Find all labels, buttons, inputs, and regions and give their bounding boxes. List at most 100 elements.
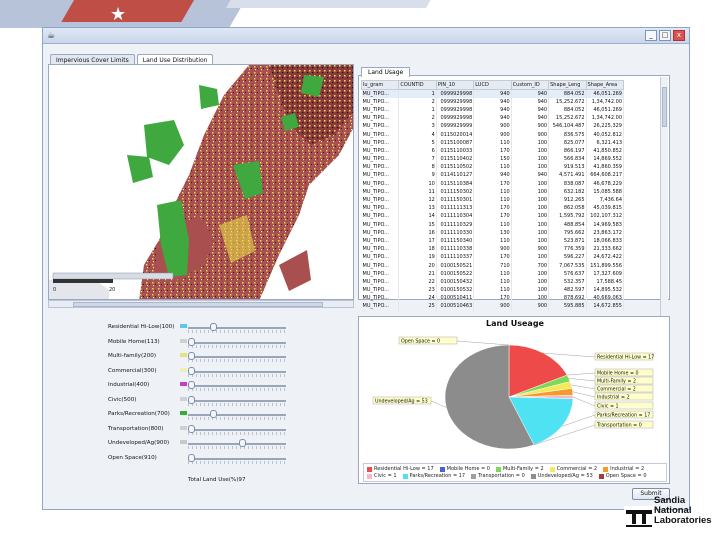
slider-handle[interactable]: [187, 337, 195, 346]
table-row[interactable]: MU_TIPO... 13 0111111313 170 100 862.058 45,03…: [361, 204, 625, 213]
table-row[interactable]: MU_TIPO... 12 0111150301 110 100 912.265 7,436…: [361, 195, 625, 205]
table-row[interactable]: MU_TIPO... 23 0100150532 110 100 482.597 14,89…: [361, 286, 625, 295]
slider-handle[interactable]: [187, 352, 195, 360]
slider-track[interactable]: [188, 457, 286, 460]
column-header[interactable]: lu_gram: [360, 80, 400, 90]
table-row[interactable]: MU_TIPO... 20 0100150521 710 700 7,067.535 151…: [361, 261, 625, 270]
table-row[interactable]: MU_TIPO... 24 0100510411 170 100 878.692 40,66…: [361, 294, 625, 303]
table-row[interactable]: MU_TIPO... 3 0999929999 900 900 546,104.487 26…: [361, 122, 625, 131]
table-cell: 0114110127: [436, 171, 475, 180]
table-row[interactable]: MU_TIPO... 8 0115110502 110 100 919.513 41,860…: [361, 163, 625, 172]
table-vertical-scrollbar[interactable]: [660, 77, 668, 339]
table-cell: 100: [511, 286, 550, 295]
slider-track[interactable]: [188, 443, 286, 445]
column-header[interactable]: COUNTID: [398, 80, 437, 90]
table-row[interactable]: MU_TIPO... 21 0100150522 110 100 576.637 17,32…: [361, 269, 625, 278]
tab-land-usage[interactable]: Land Usage: [361, 67, 411, 77]
table-cell: 0111150301: [436, 195, 475, 205]
slider-label: Civic(500): [108, 396, 137, 403]
slider-handle[interactable]: [209, 323, 217, 331]
slider-handle[interactable]: [187, 424, 195, 433]
scale-max-label: 20: [109, 287, 116, 293]
scrollbar-thumb[interactable]: [662, 87, 667, 127]
map-horizontal-scrollbar[interactable]: [48, 300, 354, 308]
column-header[interactable]: PIN_10: [435, 80, 475, 90]
column-header[interactable]: Custom_ID: [510, 80, 550, 90]
slider-track[interactable]: [188, 356, 286, 358]
column-header[interactable]: Shape_Area: [585, 80, 625, 90]
slider-row: Civic(500): [48, 395, 392, 407]
table-row[interactable]: MU_TIPO... 7 0115110402 150 100 566.834 14,869…: [361, 155, 625, 164]
table-row[interactable]: MU_TIPO... 2 0999929998 940 940 15,252.672 1,3…: [361, 97, 625, 106]
table-cell: 19: [398, 253, 437, 262]
table-row[interactable]: MU_TIPO... 25 0100510463 900 900 595.885 14,67…: [361, 302, 625, 311]
slider-label: Parks/Recreation(700): [108, 411, 170, 417]
slider-row: Multi-family(200): [48, 351, 392, 363]
table-row[interactable]: MU_TIPO... 17 0111150340 110 100 523.871 18,06…: [361, 236, 625, 246]
maximize-button[interactable]: □: [659, 30, 671, 41]
table-cell: 0999929998: [436, 114, 475, 123]
slider-handle[interactable]: [238, 439, 246, 447]
close-button[interactable]: x: [673, 30, 685, 41]
slider-handle[interactable]: [187, 366, 195, 375]
table-row[interactable]: MU_TIPO... 14 0111110304 170 100 1,595.792 102…: [361, 212, 625, 221]
table-row[interactable]: MU_TIPO... 2 0999929998 940 940 15,252.672 1,3…: [361, 114, 625, 123]
legend-label: Parks/Recreation = 17: [409, 473, 466, 479]
slider-track[interactable]: [188, 327, 286, 329]
slider-track[interactable]: [188, 341, 286, 344]
table-row[interactable]: MU_TIPO... 1 0999929998 940 940 884.052 46,051…: [361, 105, 625, 115]
slider-track[interactable]: [188, 428, 286, 431]
slider-track[interactable]: [188, 385, 286, 387]
table-cell: 940: [473, 89, 512, 98]
legend-item: Commercial = 2: [549, 466, 597, 472]
slider-track[interactable]: [188, 370, 286, 373]
slider-handle[interactable]: [209, 410, 217, 418]
map-view[interactable]: 0 20 Kilometers: [48, 64, 354, 300]
table-cell: 10: [398, 179, 437, 188]
table-header-row: lu_gram COUNTID PIN_10 LUCD Custom_ID Shape_L…: [360, 80, 625, 90]
table-row[interactable]: MU_TIPO... 19 0111110337 170 100 596.227 24,67…: [361, 253, 625, 262]
table-row[interactable]: MU_TIPO... 5 0115100087 110 100 825.077 6,321.…: [361, 138, 625, 147]
table-row[interactable]: MU_TIPO... 16 0111110330 130 100 795.662 23,86…: [361, 228, 625, 237]
legend-swatch: [367, 473, 372, 479]
scrollbar-thumb[interactable]: [73, 302, 323, 307]
table-row[interactable]: MU_TIPO... 11 0111150302 110 100 632.182 15,08…: [361, 187, 625, 196]
slider-ticks: [188, 460, 286, 464]
table-row[interactable]: MU_TIPO... 22 0100150432 110 100 532.357 17,58…: [361, 277, 625, 286]
table-cell: 546,104.487: [548, 122, 587, 131]
column-header[interactable]: LUCD: [473, 80, 512, 90]
slider-ticks: [188, 417, 286, 420]
table-cell: 0111110330: [436, 228, 475, 237]
table-cell: 25: [398, 302, 437, 311]
table-cell: 150: [473, 155, 512, 164]
table-row[interactable]: MU_TIPO... 10 0115110384 170 100 838.087 46,67…: [361, 179, 625, 188]
table-row[interactable]: MU_TIPO... 4 0115020014 900 900 836.575 40,052…: [361, 130, 625, 139]
table-row[interactable]: MU_TIPO... 15 0111110329 110 100 488.854 14,96…: [361, 220, 625, 229]
column-header[interactable]: Shape_Leng: [548, 80, 587, 90]
slider-handle[interactable]: [187, 395, 195, 404]
slider-handle[interactable]: [187, 453, 195, 462]
legend-label: Mobile Home = 0: [446, 466, 490, 472]
table-cell: 0100510463: [436, 302, 475, 311]
minimize-button[interactable]: _: [645, 30, 657, 41]
pie-label-leader: [572, 391, 596, 398]
table-row[interactable]: MU_TIPO... 9 0114110127 940 940 4,571.491 664,…: [361, 171, 625, 180]
table-cell: 15,085.588: [586, 187, 625, 196]
table-row[interactable]: MU_TIPO... 18 0111110338 900 900 776.359 21,33…: [361, 245, 625, 254]
pie-label-text: Residential Hi-Low = 17: [597, 355, 654, 361]
table-cell: MU_TIPO...: [361, 146, 400, 155]
table-cell: 900: [511, 130, 550, 139]
slider-label: Commercial(300): [108, 367, 157, 374]
slider-track[interactable]: [188, 399, 286, 402]
slider-track[interactable]: [188, 414, 286, 416]
slider-ticks: [188, 330, 286, 333]
table-cell: 40,669.063: [586, 294, 625, 303]
table-row[interactable]: MU_TIPO... 1 0999929998 940 940 884.052 46,051…: [361, 89, 625, 98]
table-cell: 900: [511, 245, 550, 254]
table-cell: 110: [473, 277, 512, 286]
slider-handle[interactable]: [187, 381, 195, 389]
table-row[interactable]: MU_TIPO... 6 0115110033 170 100 866.197 41,850…: [361, 146, 625, 155]
map-park: [144, 120, 184, 165]
legend-label: Industrial = 2: [610, 466, 645, 472]
table-cell: 170: [473, 204, 512, 213]
